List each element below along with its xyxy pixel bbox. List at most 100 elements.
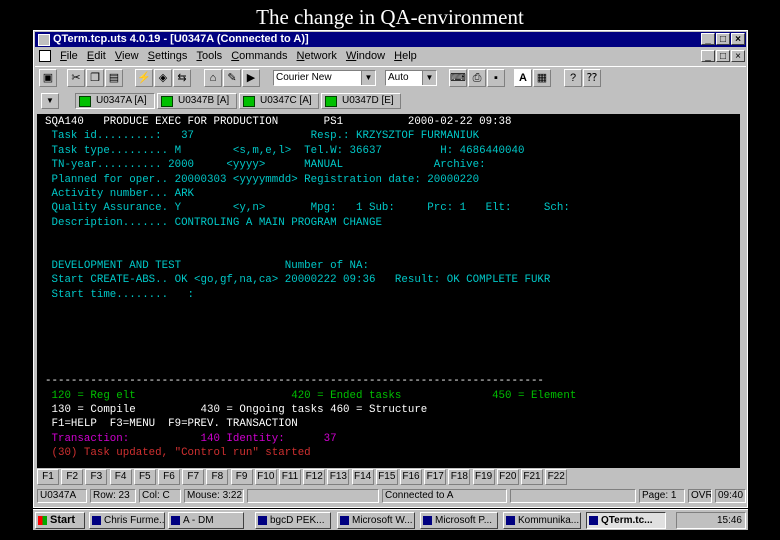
play-icon[interactable]: ▶	[242, 69, 260, 87]
terminal-screen[interactable]: SQA140 PRODUCE EXEC FOR PRODUCTION PS1 2…	[37, 114, 740, 468]
taskbar-item-kommunika[interactable]: Kommunika...	[503, 512, 581, 529]
terminal-line: DEVELOPMENT AND TEST Number of NA:	[45, 260, 369, 272]
start-button[interactable]: Start	[35, 512, 85, 529]
fkey-f12[interactable]: F12	[303, 469, 326, 485]
window-title: QTerm.tcp.uts 4.0.19 - [U0347A (Connecte…	[53, 33, 309, 45]
fkey-f15[interactable]: F15	[375, 469, 398, 485]
status-time: 09:40	[715, 489, 746, 503]
fkey-f17[interactable]: F17	[424, 469, 447, 485]
chevron-down-icon[interactable]: ▼	[422, 71, 436, 85]
minimize-button[interactable]: _	[701, 33, 715, 45]
fkey-f8[interactable]: F8	[206, 469, 229, 485]
title-bar[interactable]: QTerm.tcp.uts 4.0.19 - [U0347A (Connecte…	[35, 32, 746, 47]
font-toggle-button[interactable]: A	[514, 69, 532, 87]
terminal-line: Description....... CONTROLING A MAIN PRO…	[45, 216, 382, 229]
function-key-bar: F1 F2 F3 F4 F5 F6 F7 F8 F9 F10 F11 F12 F13 F14 F15 F16 F…	[35, 468, 746, 486]
fkey-f22[interactable]: F22	[545, 469, 568, 485]
fkey-f14[interactable]: F14	[351, 469, 374, 485]
terminal-line: Task type......... M <s,m,e,l> Tel.W: 36…	[45, 144, 525, 157]
fkey-f19[interactable]: F19	[472, 469, 495, 485]
taskbar-item-powerpoint[interactable]: Microsoft P...	[420, 512, 498, 529]
terminal-line: Quality Assurance. Y <y,n> Mpg: 1 Sub: P…	[45, 202, 570, 215]
taskbar-item-bgcd[interactable]: bgcD PEK...	[255, 512, 331, 529]
session-tab-u0347b[interactable]: U0347B [A]	[157, 93, 237, 109]
session-tab-u0347a[interactable]: U0347A [A]	[75, 93, 155, 109]
menu-tools[interactable]: Tools	[196, 48, 222, 65]
menu-view[interactable]: View	[115, 48, 139, 65]
session-icon	[79, 96, 91, 107]
taskbar: Start Chris Furme... A - DM bgcD PEK... …	[33, 509, 748, 530]
app-icon[interactable]	[38, 34, 50, 46]
fkey-f16[interactable]: F16	[400, 469, 422, 485]
status-blank	[510, 489, 636, 503]
document-icon[interactable]	[39, 50, 51, 63]
taskbar-item-chris[interactable]: Chris Furme...	[89, 512, 165, 529]
save-icon[interactable]: ▪	[487, 69, 505, 87]
mdi-close-button[interactable]: ×	[731, 50, 745, 62]
terminal-line: 130 = Compile 430 = Ongoing tasks 460 = …	[45, 404, 428, 416]
copy-icon[interactable]: ❐	[86, 69, 104, 87]
open-icon[interactable]: ▣	[39, 69, 57, 87]
fkey-f18[interactable]: F18	[448, 469, 471, 485]
session-tab-u0347c[interactable]: U0347C [A]	[239, 93, 319, 109]
session-tab-u0347d[interactable]: U0347D [E]	[321, 93, 401, 109]
menu-window[interactable]: Window	[346, 48, 385, 65]
terminal-line: TN-year.......... 2000 <yyyy> MANUAL Arc…	[45, 159, 486, 172]
menu-edit[interactable]: Edit	[87, 48, 106, 65]
fkey-f13[interactable]: F13	[327, 469, 350, 485]
fkey-f3[interactable]: F3	[85, 469, 108, 485]
fkey-f21[interactable]: F21	[521, 469, 543, 485]
terminal-line: 120 = Reg elt 420 = Ended tasks 450 = El…	[45, 389, 577, 402]
size-select[interactable]: Auto ▼	[385, 70, 437, 86]
record-icon[interactable]: ◈	[154, 69, 172, 87]
close-button[interactable]: ×	[731, 33, 745, 45]
status-session: U0347A	[37, 489, 87, 503]
status-mouse: Mouse: 3:22	[184, 489, 244, 503]
context-help-icon[interactable]: ⁇	[583, 69, 601, 87]
fkey-f5[interactable]: F5	[133, 469, 156, 485]
app-icon	[506, 516, 515, 525]
app-icon	[171, 516, 180, 525]
transfer-icon[interactable]: ⇆	[173, 69, 191, 87]
font-select[interactable]: Courier New ▼	[273, 70, 376, 86]
fkey-f1[interactable]: F1	[37, 469, 59, 485]
menu-network[interactable]: Network	[297, 48, 337, 65]
taskbar-item-adm[interactable]: A - DM	[168, 512, 244, 529]
mdi-minimize-button[interactable]: _	[701, 50, 715, 62]
edit-icon[interactable]: ✎	[223, 69, 241, 87]
status-connection: Connected to A	[382, 489, 507, 503]
maximize-button[interactable]: □	[716, 33, 730, 45]
menu-file[interactable]: File	[60, 48, 78, 65]
fkey-f7[interactable]: F7	[182, 469, 205, 485]
keyboard-icon[interactable]: ⌨	[449, 69, 467, 87]
help-button[interactable]: ?	[564, 69, 582, 87]
app-icon	[589, 516, 598, 525]
image-icon[interactable]: ▦	[533, 69, 551, 87]
status-row: Row: 23	[90, 489, 136, 503]
fkey-f4[interactable]: F4	[109, 469, 132, 485]
paste-icon[interactable]: ▤	[105, 69, 123, 87]
cut-icon[interactable]: ✂	[67, 69, 85, 87]
print-icon[interactable]: ⎙	[468, 69, 486, 87]
fkey-f2[interactable]: F2	[61, 469, 84, 485]
taskbar-item-word[interactable]: Microsoft W...	[337, 512, 415, 529]
mdi-restore-button[interactable]: □	[716, 50, 730, 62]
chevron-down-icon[interactable]: ▼	[41, 93, 59, 109]
menu-help[interactable]: Help	[394, 48, 417, 65]
menu-commands[interactable]: Commands	[231, 48, 287, 65]
fkey-f6[interactable]: F6	[158, 469, 180, 485]
status-indicators	[247, 489, 379, 503]
taskbar-item-qterm[interactable]: QTerm.tc...	[586, 512, 666, 529]
chevron-down-icon[interactable]: ▼	[361, 71, 375, 85]
terminal-line: (30) Task updated, "Control run" started	[45, 447, 311, 460]
font-select-value: Courier New	[276, 72, 332, 83]
toolbar: ▣ ✂ ❐ ▤ ⚡ ◈ ⇆ ⌂ ✎ ▶ Courier New ▼ Auto ▼…	[35, 66, 746, 89]
fkey-f11[interactable]: F11	[279, 469, 301, 485]
fkey-f9[interactable]: F9	[230, 469, 253, 485]
menu-settings[interactable]: Settings	[148, 48, 188, 65]
terminal-line: Start CREATE-ABS.. OK <go,gf,na,ca> 2000…	[45, 274, 551, 287]
macro-icon[interactable]: ⚡	[135, 69, 153, 87]
fkey-f20[interactable]: F20	[496, 469, 519, 485]
fkey-f10[interactable]: F10	[254, 469, 277, 485]
host-icon[interactable]: ⌂	[204, 69, 222, 87]
